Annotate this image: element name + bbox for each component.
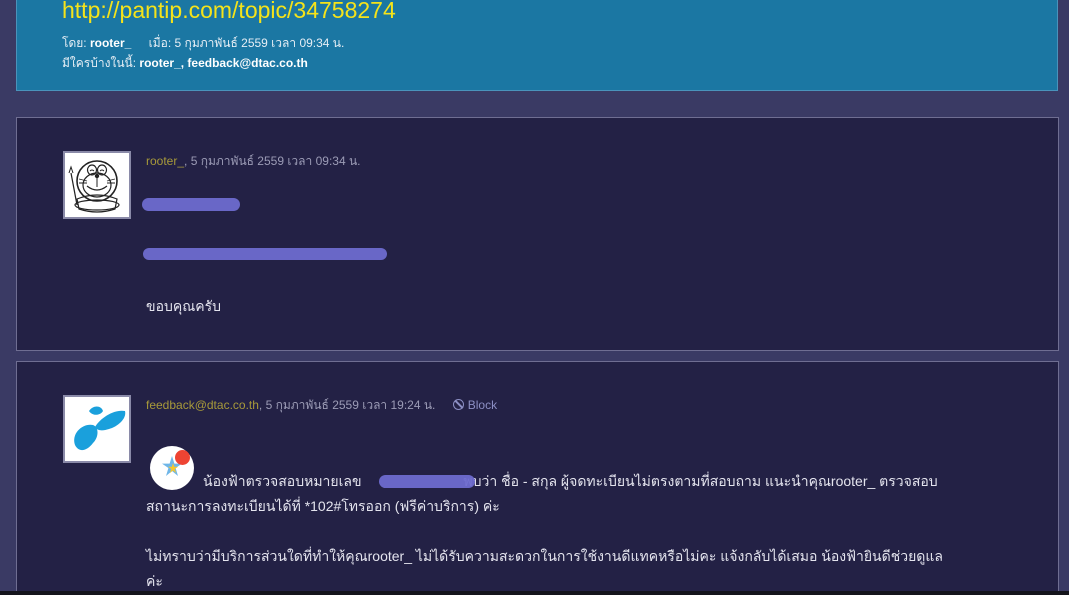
taskbar-strip — [0, 591, 1069, 595]
notification-dot — [175, 450, 190, 465]
comment-text-line: ไม่ทราบว่ามีบริการส่วนใดที่ทำให้คุณroote… — [146, 548, 943, 564]
topic-url-link[interactable]: http://pantip.com/topic/34758274 — [62, 0, 396, 24]
comment-1: rooter_, 5 กุมภาพันธ์ 2559 เวลา 09:34 น.… — [16, 117, 1059, 351]
block-button[interactable]: Block — [452, 398, 498, 412]
comment-text-line: สถานะการลงทะเบียนได้ที่ *102#โทรออก (ฟรี… — [146, 498, 500, 514]
comment-author-link[interactable]: feedback@dtac.co.th — [146, 398, 259, 412]
redaction-bar — [142, 198, 240, 211]
doraemon-avatar-icon[interactable] — [63, 151, 131, 219]
comment-date: , 5 กุมภาพันธ์ 2559 เวลา 09:34 น. — [184, 154, 361, 168]
block-label: Block — [467, 398, 498, 412]
comment-text-line: ค่ะ — [146, 573, 163, 589]
topic-header: http://pantip.com/topic/34758274 โดย: ro… — [16, 0, 1058, 91]
reply-line-rest: พบว่า ชื่อ - สกุล ผู้จดทะเบียนไม่ตรงตามท… — [463, 473, 938, 489]
when-label: เมื่อ: — [148, 36, 172, 50]
topic-author-link[interactable]: rooter_ — [90, 36, 131, 50]
comment-meta: rooter_, 5 กุมภาพันธ์ 2559 เวลา 09:34 น. — [146, 152, 361, 171]
comment-text-line: น้องฟ้าตรวจสอบหมายเลข พบว่า ชื่อ - สกุล … — [203, 471, 938, 493]
participants-list[interactable]: rooter_, feedback@dtac.co.th — [139, 56, 307, 70]
ban-icon — [452, 399, 464, 410]
comment-text: ขอบคุณครับ — [146, 298, 221, 314]
comment-meta: feedback@dtac.co.th, 5 กุมภาพันธ์ 2559 เ… — [146, 396, 497, 415]
participants-label: มีใครบ้างในนี้: — [62, 56, 137, 70]
comment-date: , 5 กุมภาพันธ์ 2559 เวลา 19:24 น. — [258, 398, 436, 412]
reply-line-start: น้องฟ้าตรวจสอบหมายเลข — [203, 473, 362, 489]
sparkle-badge-icon — [150, 446, 194, 490]
redaction-bar — [143, 248, 387, 260]
topic-date: 5 กุมภาพันธ์ 2559 เวลา 09:34 น. — [174, 36, 345, 50]
page: http://pantip.com/topic/34758274 โดย: ro… — [0, 0, 1069, 595]
dtac-logo-icon[interactable] — [63, 395, 131, 463]
topic-meta-line: โดย: rooter_ เมื่อ: 5 กุมภาพันธ์ 2559 เว… — [62, 34, 344, 53]
comment-author-link[interactable]: rooter_ — [146, 154, 184, 168]
participants-line: มีใครบ้างในนี้: rooter_, feedback@dtac.c… — [62, 54, 308, 73]
by-label: โดย: — [62, 36, 87, 50]
redaction-bar — [379, 475, 475, 488]
comment-2: feedback@dtac.co.th, 5 กุมภาพันธ์ 2559 เ… — [16, 361, 1059, 595]
